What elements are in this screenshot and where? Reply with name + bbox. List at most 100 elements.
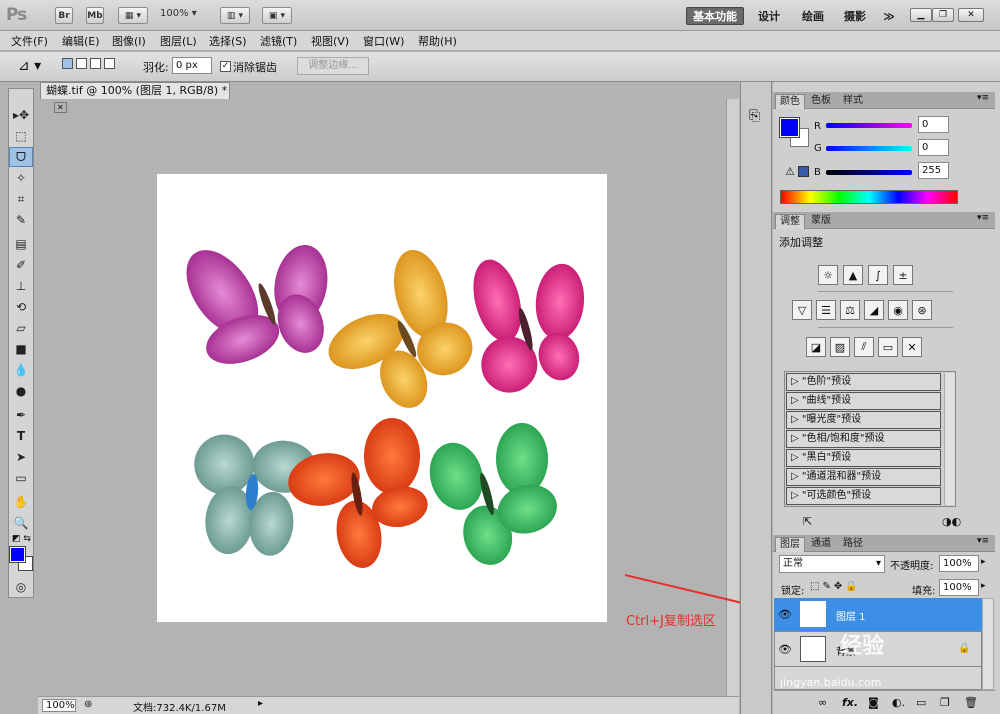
foreground-color-swatch[interactable] <box>9 546 26 563</box>
exposure-icon[interactable]: ± <box>893 265 913 285</box>
r-slider[interactable] <box>826 123 912 128</box>
new-group-icon[interactable]: ▭ <box>916 696 926 709</box>
tab-adjustments[interactable]: 调整 <box>775 214 805 229</box>
healing-brush-tool-icon[interactable]: ▤ <box>9 234 33 254</box>
workspace-design[interactable]: 设计 <box>752 7 786 25</box>
tab-paths[interactable]: 路径 <box>839 537 867 552</box>
status-menu-icon[interactable]: ▸ <box>258 698 263 709</box>
preset-black-white[interactable]: ▷ "黑白"预设 <box>786 449 941 467</box>
polygonal-lasso-preset-icon[interactable]: ⊿ ▾ <box>18 58 41 74</box>
fill-input[interactable]: 100% <box>939 579 979 596</box>
hue-saturation-icon[interactable]: ☰ <box>816 300 836 320</box>
more-workspaces-button[interactable]: ≫ <box>878 7 900 25</box>
status-zoom-input[interactable]: 100% <box>42 699 76 712</box>
adjustment-layer-icon[interactable]: ◐. <box>892 696 905 709</box>
gradient-tool-icon[interactable]: ■ <box>9 339 33 359</box>
tab-layers[interactable]: 图层 <box>775 537 805 552</box>
link-layers-icon[interactable]: ∞ <box>818 696 827 709</box>
preset-levels[interactable]: ▷ "色阶"预设 <box>786 373 941 391</box>
add-to-selection-icon[interactable] <box>76 58 87 69</box>
lock-icons[interactable]: ⬚✎✥🔒 <box>810 581 861 592</box>
status-options-icon[interactable]: ⊛ <box>84 699 92 710</box>
g-input[interactable]: 0 <box>918 139 949 156</box>
menu-file[interactable]: 文件(F) <box>11 33 48 49</box>
menu-help[interactable]: 帮助(H) <box>418 33 457 49</box>
crop-tool-icon[interactable]: ⌗ <box>9 189 33 209</box>
channel-mixer-icon[interactable]: ⊛ <box>912 300 932 320</box>
preset-channel-mixer[interactable]: ▷ "通道混和器"预设 <box>786 468 941 486</box>
new-selection-icon[interactable] <box>62 58 73 69</box>
pen-tool-icon[interactable]: ✒ <box>9 405 33 425</box>
feather-input[interactable]: 0 px <box>172 57 212 74</box>
panel-menu-icon[interactable]: ▾≡ <box>977 213 989 223</box>
layer-name[interactable]: 图层 1 <box>836 608 866 623</box>
magic-wand-tool-icon[interactable]: ✧ <box>9 168 33 188</box>
restore-button[interactable]: ❐ <box>932 8 954 22</box>
clone-stamp-tool-icon[interactable]: ⊥ <box>9 276 33 296</box>
tab-color[interactable]: 颜色 <box>775 94 805 109</box>
menu-edit[interactable]: 编辑(E) <box>62 33 100 49</box>
zoom-level-select[interactable]: 100% ▾ <box>160 8 197 19</box>
type-tool-icon[interactable]: T <box>9 426 33 446</box>
r-input[interactable]: 0 <box>918 116 949 133</box>
color-spectrum-ramp[interactable] <box>780 190 958 204</box>
preset-exposure[interactable]: ▷ "曝光度"预设 <box>786 411 941 429</box>
view-extras-button[interactable]: ▦ ▾ <box>118 7 148 24</box>
preset-hue-saturation[interactable]: ▷ "色相/饱和度"预设 <box>786 430 941 448</box>
posterize-icon[interactable]: ▨ <box>830 337 850 357</box>
eye-visibility-icon[interactable]: 👁 <box>778 643 792 656</box>
fx-icon[interactable]: fx. <box>842 696 858 709</box>
move-tool-icon[interactable]: ▸✥ <box>9 105 33 125</box>
swap-colors-icon[interactable]: ◩ ⇆ <box>12 534 31 544</box>
lasso-tool-icon[interactable]: ᗜ <box>9 147 33 167</box>
add-mask-icon[interactable]: ◙ <box>868 696 879 709</box>
screen-mode-button[interactable]: ▣ ▾ <box>262 7 292 24</box>
hand-tool-icon[interactable]: ✋ <box>9 492 33 512</box>
new-layer-icon[interactable]: ❐ <box>940 696 950 709</box>
opacity-slider-toggle[interactable]: ▸ <box>981 557 986 567</box>
adjustment-options-icon[interactable]: ◑◐ <box>942 515 961 528</box>
document-tab[interactable]: 蝴蝶.tif @ 100% (图层 1, RGB/8) * ✕ <box>40 82 230 113</box>
photo-filter-icon[interactable]: ◉ <box>888 300 908 320</box>
out-of-gamut-warning-icon[interactable]: ⚠ <box>785 165 795 178</box>
menu-image[interactable]: 图像(I) <box>112 33 146 49</box>
eyedropper-tool-icon[interactable]: ✎ <box>9 210 33 230</box>
close-document-icon[interactable]: ✕ <box>54 102 67 113</box>
path-selection-tool-icon[interactable]: ➤ <box>9 447 33 467</box>
threshold-icon[interactable]: ⫽ <box>854 337 874 357</box>
minimize-button[interactable]: ▁ <box>910 8 932 22</box>
subtract-selection-icon[interactable] <box>90 58 101 69</box>
black-white-icon[interactable]: ◢ <box>864 300 884 320</box>
refine-edge-button[interactable]: 调整边缘... <box>297 57 369 75</box>
brush-tool-icon[interactable]: ✐ <box>9 255 33 275</box>
tab-styles[interactable]: 样式 <box>839 94 867 109</box>
workspace-essentials[interactable]: 基本功能 <box>686 7 744 25</box>
menu-filter[interactable]: 滤镜(T) <box>260 33 297 49</box>
preset-selective-color[interactable]: ▷ "可选颜色"预设 <box>786 487 941 505</box>
blur-tool-icon[interactable]: 💧 <box>9 360 33 380</box>
curves-icon[interactable]: ∫ <box>868 265 888 285</box>
levels-icon[interactable]: ▲ <box>843 265 863 285</box>
layer-row-selected[interactable]: 👁 图层 1 <box>774 598 982 632</box>
g-slider[interactable] <box>826 146 912 151</box>
tab-channels[interactable]: 通道 <box>807 537 835 552</box>
opacity-input[interactable]: 100% <box>939 555 979 572</box>
history-panel-icon[interactable]: ⎘ <box>749 108 760 124</box>
selective-color-icon[interactable]: ✕ <box>902 337 922 357</box>
brightness-contrast-icon[interactable]: ☼ <box>818 265 838 285</box>
presets-scrollbar[interactable] <box>944 373 955 505</box>
vibrance-icon[interactable]: ▽ <box>792 300 812 320</box>
workspace-photography[interactable]: 摄影 <box>838 7 872 25</box>
color-panel-foreground[interactable] <box>779 117 800 138</box>
panel-menu-icon[interactable]: ▾≡ <box>977 93 989 103</box>
close-button[interactable]: ✕ <box>958 8 984 22</box>
menu-window[interactable]: 窗口(W) <box>363 33 404 49</box>
image-canvas[interactable] <box>157 174 607 622</box>
clip-to-layer-icon[interactable]: ⇱ <box>803 515 812 528</box>
menu-layer[interactable]: 图层(L) <box>160 33 197 49</box>
eye-visibility-icon[interactable]: 👁 <box>778 608 792 621</box>
b-slider[interactable] <box>826 170 912 175</box>
tab-masks[interactable]: 蒙版 <box>807 214 835 229</box>
panel-menu-icon[interactable]: ▾≡ <box>977 536 989 546</box>
blend-mode-select[interactable]: 正常 ▾ <box>779 555 885 573</box>
